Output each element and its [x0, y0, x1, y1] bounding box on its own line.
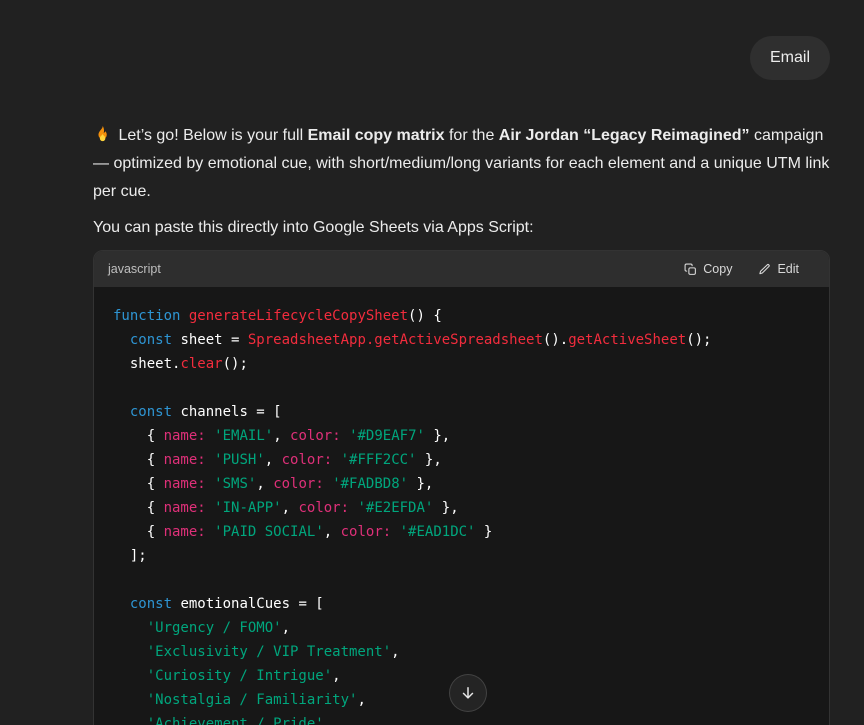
user-message-bubble: Email	[750, 36, 830, 80]
code-line: const emotionalCues = [	[113, 592, 810, 616]
code-line: 'Urgency / FOMO',	[113, 616, 810, 640]
chat-view: Email Let’s go! Below is your full Email…	[0, 0, 864, 725]
fire-emoji	[93, 124, 112, 141]
code-block-actions: Copy Edit	[684, 262, 799, 276]
code-line: { name: 'PUSH', color: '#FFF2CC' },	[113, 448, 810, 472]
edit-button-label: Edit	[777, 262, 799, 276]
code-line: function generateLifecycleCopySheet() {	[113, 304, 810, 328]
code-line: ];	[113, 544, 810, 568]
copy-icon	[684, 263, 697, 276]
copy-code-button[interactable]: Copy	[684, 262, 732, 276]
copy-button-label: Copy	[703, 262, 732, 276]
edit-code-button[interactable]: Edit	[758, 262, 799, 276]
code-line	[113, 376, 810, 400]
assistant-paragraph-instruction: You can paste this directly into Google …	[93, 214, 830, 242]
user-message-text: Email	[770, 49, 810, 66]
code-line: const channels = [	[113, 400, 810, 424]
code-line: { name: 'SMS', color: '#FADBD8' },	[113, 472, 810, 496]
code-content: function generateLifecycleCopySheet() { …	[94, 287, 829, 725]
code-line: { name: 'EMAIL', color: '#D9EAF7' },	[113, 424, 810, 448]
code-language-label: javascript	[108, 262, 161, 276]
assistant-paragraph-intro: Let’s go! Below is your full Email copy …	[93, 122, 830, 206]
down-arrow-icon	[459, 684, 477, 702]
code-line: { name: 'PAID SOCIAL', color: '#EAD1DC' …	[113, 520, 810, 544]
code-line: { name: 'IN-APP', color: '#E2EFDA' },	[113, 496, 810, 520]
code-line: sheet.clear();	[113, 352, 810, 376]
code-block-header: javascript Copy Edit	[94, 251, 829, 287]
code-line	[113, 568, 810, 592]
code-block: javascript Copy Edit function generateLi…	[93, 250, 830, 725]
edit-pencil-icon	[758, 263, 771, 276]
code-line: 'Exclusivity / VIP Treatment',	[113, 640, 810, 664]
scroll-to-bottom-button[interactable]	[449, 674, 487, 712]
code-line: 'Achievement / Pride'	[113, 712, 810, 725]
code-line: const sheet = SpreadsheetApp.getActiveSp…	[113, 328, 810, 352]
